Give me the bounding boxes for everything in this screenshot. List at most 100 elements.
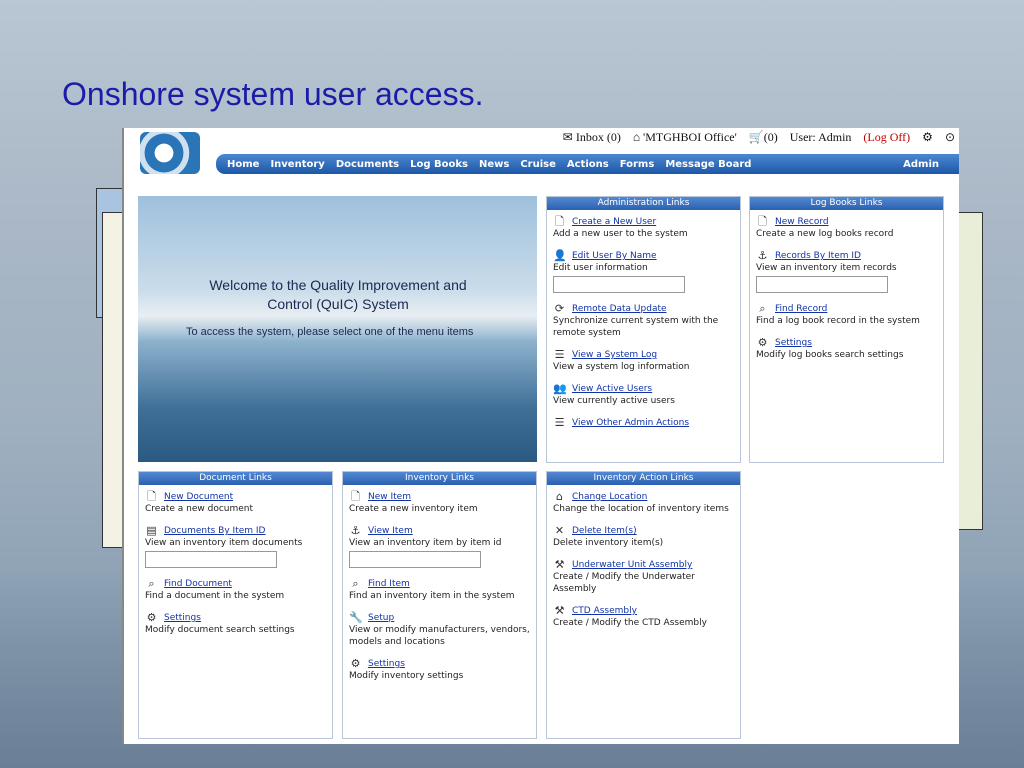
- link-entry: ⚒ CTD Assembly Create / Modify the CTD Ass…: [547, 605, 740, 629]
- log-icon: ☰: [554, 348, 565, 361]
- nav-news[interactable]: News: [479, 159, 509, 170]
- link-row: ⌕ Find Record: [756, 303, 937, 315]
- link-row: ⟳ Remote Data Update: [553, 303, 734, 315]
- panel-link[interactable]: Records By Item ID: [775, 250, 861, 262]
- panel-link[interactable]: New Record: [775, 216, 829, 228]
- link-row: ⚙ Settings: [756, 337, 937, 349]
- item-id-input[interactable]: [145, 551, 277, 568]
- panel-link[interactable]: View Item: [368, 525, 413, 537]
- panel-title: Document Links: [139, 472, 332, 485]
- panel-link[interactable]: Find Document: [164, 578, 232, 590]
- item-id-input[interactable]: [756, 276, 888, 293]
- home-icon: ⌂: [556, 490, 563, 503]
- dropdown-icon[interactable]: ⊙: [945, 130, 955, 145]
- quic-logo: [140, 132, 200, 174]
- nav-admin[interactable]: Admin: [903, 159, 939, 170]
- link-row: ⚙ Settings: [349, 658, 530, 670]
- nav-log-books[interactable]: Log Books: [410, 159, 468, 170]
- link-entry: ⚒ Underwater Unit Assembly Create / Modify…: [547, 559, 740, 595]
- nav-cruise[interactable]: Cruise: [520, 159, 556, 170]
- office-link[interactable]: ⌂ 'MTGHBOI Office': [633, 130, 737, 145]
- delete-icon: ✕: [554, 524, 565, 537]
- anchor-icon: ⚓: [757, 249, 768, 262]
- link-row: 🗋 New Document: [145, 491, 326, 503]
- panel-link[interactable]: New Document: [164, 491, 233, 503]
- panel-title: Log Books Links: [750, 197, 943, 210]
- link-row: 🔧 Setup: [349, 612, 530, 624]
- anchor-icon: ⚓: [350, 524, 361, 537]
- nav-home[interactable]: Home: [227, 159, 259, 170]
- nav-forms[interactable]: Forms: [620, 159, 655, 170]
- welcome-banner: Welcome to the Quality Improvement and C…: [138, 196, 537, 462]
- panel-link[interactable]: Underwater Unit Assembly: [572, 559, 692, 571]
- panel-link[interactable]: Settings: [368, 658, 405, 670]
- link-entry: 🗋 New Record Create a new log books record: [750, 216, 943, 240]
- link-description: Modify log books search settings: [756, 350, 904, 360]
- main-nav: Home Inventory Documents Log Books News …: [216, 154, 959, 174]
- panel-link[interactable]: CTD Assembly: [572, 605, 637, 617]
- list-icon: ☰: [554, 416, 565, 429]
- panel-link[interactable]: Find Item: [368, 578, 410, 590]
- page-icon: 🗋: [147, 490, 156, 503]
- gear-icon: ⚙: [146, 611, 157, 624]
- panel-link[interactable]: Settings: [775, 337, 812, 349]
- panel-link[interactable]: New Item: [368, 491, 411, 503]
- document-links-panel: Document Links 🗋 New Document Create a new …: [138, 471, 333, 739]
- wrench-icon: 🔧: [349, 611, 363, 624]
- nav-inventory[interactable]: Inventory: [270, 159, 324, 170]
- panel-link[interactable]: Remote Data Update: [572, 303, 667, 315]
- search-icon: ⌕: [148, 577, 155, 590]
- link-row: ⚒ Underwater Unit Assembly: [553, 559, 734, 571]
- page-icon: 🗋: [758, 215, 767, 228]
- panel-link[interactable]: Find Record: [775, 303, 827, 315]
- link-description: Modify document search settings: [145, 625, 295, 635]
- nav-documents[interactable]: Documents: [336, 159, 399, 170]
- link-description: Create a new document: [145, 504, 254, 514]
- link-entry: ⌕ Find Item Find an inventory item in the …: [343, 578, 536, 602]
- status-bar: ✉ Inbox (0) ⌂ 'MTGHBOI Office' 🛒(0) User…: [563, 130, 955, 145]
- sync-icon: ⟳: [554, 302, 565, 315]
- panel-link[interactable]: Edit User By Name: [572, 250, 657, 262]
- link-description: View an inventory item records: [756, 263, 897, 273]
- panel-title: Inventory Links: [343, 472, 536, 485]
- link-row: ⚓ View Item: [349, 525, 530, 537]
- user-icon: 👤: [553, 249, 567, 262]
- nav-actions[interactable]: Actions: [567, 159, 609, 170]
- item-id-input[interactable]: [553, 276, 685, 293]
- link-row: 👤 Edit User By Name: [553, 250, 734, 262]
- slide-title: Onshore system user access.: [62, 76, 484, 112]
- cart-link[interactable]: 🛒(0): [749, 130, 778, 145]
- gear-icon[interactable]: ⚙: [922, 130, 933, 145]
- inbox-link[interactable]: ✉ Inbox (0): [563, 130, 621, 145]
- link-description: Synchronize current system with the remo…: [553, 316, 719, 338]
- link-entry: ⚙ Settings Modify log books search setting…: [750, 337, 943, 361]
- link-row: ⌕ Find Item: [349, 578, 530, 590]
- item-id-input[interactable]: [349, 551, 481, 568]
- link-row: ⌂ Change Location: [553, 491, 734, 503]
- link-row: 🗋 Create a New User: [553, 216, 734, 228]
- panel-link[interactable]: Documents By Item ID: [164, 525, 265, 537]
- nav-message-board[interactable]: Message Board: [665, 159, 751, 170]
- search-icon: ⌕: [352, 577, 359, 590]
- panel-link[interactable]: Delete Item(s): [572, 525, 637, 537]
- tool-icon: ⚒: [554, 604, 565, 617]
- link-entry: ⚙ Settings Modify document search settings: [139, 612, 332, 636]
- link-row: ✕ Delete Item(s): [553, 525, 734, 537]
- tool-icon: ⚒: [554, 558, 565, 571]
- link-row: 🗋 New Item: [349, 491, 530, 503]
- link-description: View or modify manufacturers, vendors, m…: [349, 625, 530, 647]
- inbox-label: Inbox (0): [575, 130, 621, 144]
- link-description: Create / Modify the CTD Assembly: [553, 618, 707, 628]
- panel-link[interactable]: Setup: [368, 612, 394, 624]
- panel-link[interactable]: View Active Users: [572, 383, 652, 395]
- logoff-link[interactable]: (Log Off): [863, 130, 910, 145]
- link-description: View a system log information: [553, 362, 690, 372]
- link-row: ☰ View Other Admin Actions: [553, 417, 734, 429]
- link-entry: ▤ Documents By Item ID View an inventory i…: [139, 525, 332, 568]
- panel-link[interactable]: Change Location: [572, 491, 647, 503]
- link-entry: ⌕ Find Record Find a log book record in th…: [750, 303, 943, 327]
- panel-link[interactable]: Create a New User: [572, 216, 656, 228]
- panel-link[interactable]: View a System Log: [572, 349, 657, 361]
- panel-link[interactable]: View Other Admin Actions: [572, 417, 689, 429]
- panel-link[interactable]: Settings: [164, 612, 201, 624]
